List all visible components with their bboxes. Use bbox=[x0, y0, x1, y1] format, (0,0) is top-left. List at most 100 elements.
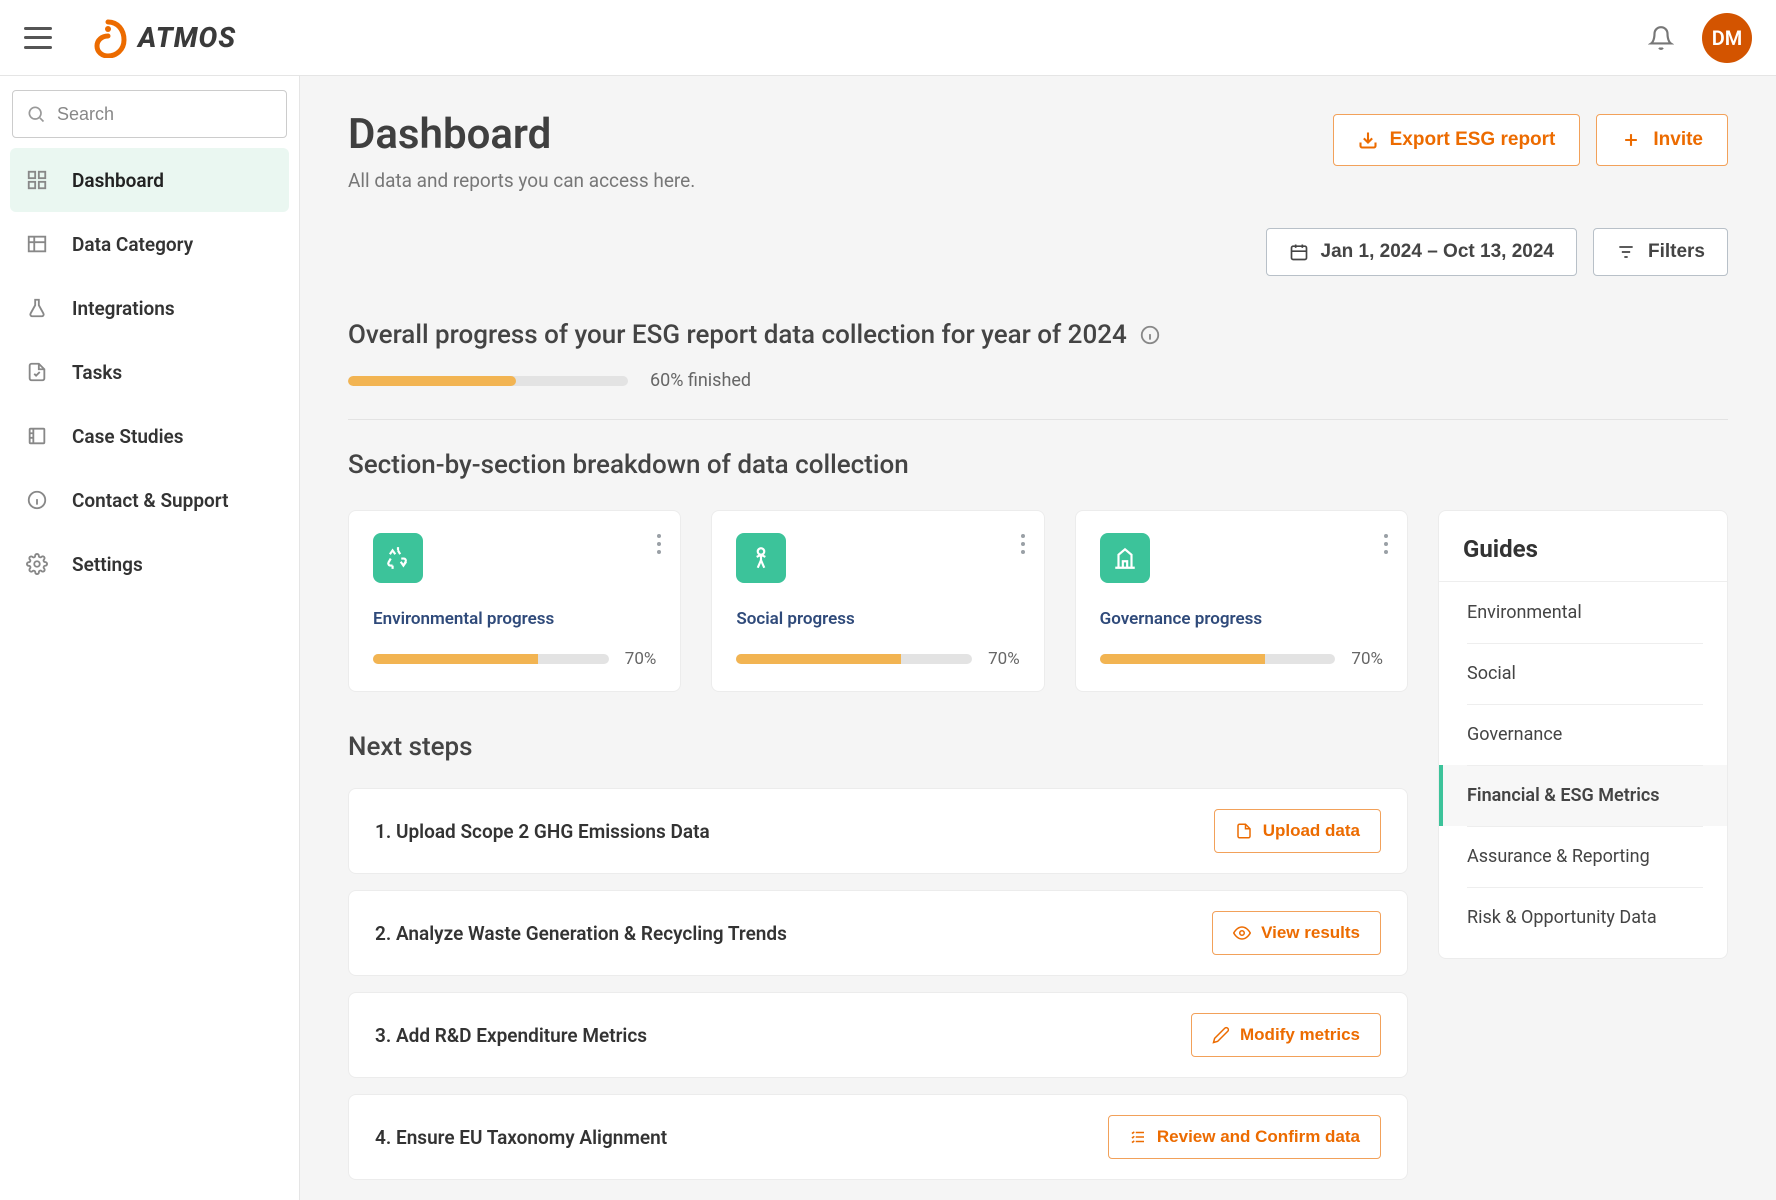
sidebar-item-label: Settings bbox=[72, 553, 143, 576]
guide-item-risk[interactable]: Risk & Opportunity Data bbox=[1439, 887, 1727, 948]
button-label: Upload data bbox=[1263, 821, 1360, 841]
gear-icon bbox=[24, 553, 50, 575]
guide-item-financial-esg[interactable]: Financial & ESG Metrics bbox=[1439, 765, 1727, 826]
building-icon bbox=[1100, 533, 1150, 583]
step-text: 2. Analyze Waste Generation & Recycling … bbox=[375, 922, 787, 945]
sidebar-item-label: Dashboard bbox=[72, 169, 164, 192]
notifications-button[interactable] bbox=[1648, 25, 1674, 51]
guide-item-governance[interactable]: Governance bbox=[1439, 704, 1727, 765]
grid-icon bbox=[24, 169, 50, 191]
avatar[interactable]: DM bbox=[1702, 13, 1752, 63]
card-environmental[interactable]: Environmental progress 70% bbox=[348, 510, 681, 692]
menu-toggle[interactable] bbox=[24, 27, 52, 49]
card-governance[interactable]: Governance progress 70% bbox=[1075, 510, 1408, 692]
modify-metrics-button[interactable]: Modify metrics bbox=[1191, 1013, 1381, 1057]
filter-icon bbox=[1616, 242, 1636, 262]
calendar-icon bbox=[1289, 242, 1309, 262]
divider bbox=[348, 419, 1728, 420]
step-row: 2. Analyze Waste Generation & Recycling … bbox=[348, 890, 1408, 976]
flask-icon bbox=[24, 297, 50, 319]
guides-panel: Guides Environmental Social Governance F… bbox=[1438, 510, 1728, 959]
table-icon bbox=[24, 233, 50, 255]
logo-icon bbox=[88, 18, 128, 58]
view-results-button[interactable]: View results bbox=[1212, 911, 1381, 955]
person-icon bbox=[736, 533, 786, 583]
step-text: 3. Add R&D Expenditure Metrics bbox=[375, 1024, 647, 1047]
date-range-button[interactable]: Jan 1, 2024 – Oct 13, 2024 bbox=[1266, 228, 1577, 276]
overall-progress-fill bbox=[348, 376, 516, 386]
topbar: ATMOS DM bbox=[0, 0, 1776, 76]
upload-data-button[interactable]: Upload data bbox=[1214, 809, 1381, 853]
button-label: Modify metrics bbox=[1240, 1025, 1360, 1045]
card-menu-button[interactable] bbox=[1020, 533, 1026, 555]
sidebar-item-label: Contact & Support bbox=[72, 489, 228, 512]
sidebar-item-settings[interactable]: Settings bbox=[10, 532, 289, 596]
search-input[interactable] bbox=[12, 90, 287, 138]
step-text: 4. Ensure EU Taxonomy Alignment bbox=[375, 1126, 667, 1149]
page-subtitle: All data and reports you can access here… bbox=[348, 169, 695, 192]
export-report-button[interactable]: Export ESG report bbox=[1333, 114, 1581, 166]
plus-icon bbox=[1621, 130, 1641, 150]
button-label: Invite bbox=[1653, 129, 1703, 151]
card-progress-label: 70% bbox=[1351, 649, 1383, 669]
recycle-icon bbox=[373, 533, 423, 583]
sidebar: Dashboard Data Category Integrations Tas… bbox=[0, 76, 300, 1200]
brand-name: ATMOS bbox=[138, 21, 236, 54]
card-menu-button[interactable] bbox=[1383, 533, 1389, 555]
sidebar-item-label: Tasks bbox=[72, 361, 122, 384]
filters-button[interactable]: Filters bbox=[1593, 228, 1728, 276]
guides-title: Guides bbox=[1439, 535, 1727, 582]
file-icon bbox=[1235, 822, 1253, 840]
checklist-icon bbox=[1129, 1128, 1147, 1146]
card-progress-label: 70% bbox=[625, 649, 657, 669]
sidebar-item-case-studies[interactable]: Case Studies bbox=[10, 404, 289, 468]
guide-item-environmental[interactable]: Environmental bbox=[1439, 582, 1727, 643]
breakdown-title: Section-by-section breakdown of data col… bbox=[348, 450, 1728, 480]
main-content: Dashboard All data and reports you can a… bbox=[300, 76, 1776, 1200]
sidebar-item-contact-support[interactable]: Contact & Support bbox=[10, 468, 289, 532]
step-row: 1. Upload Scope 2 GHG Emissions Data Upl… bbox=[348, 788, 1408, 874]
card-title: Governance progress bbox=[1100, 609, 1383, 629]
overall-progress-label: 60% finished bbox=[650, 370, 751, 391]
overall-progress-bar bbox=[348, 376, 628, 386]
sidebar-item-label: Case Studies bbox=[72, 425, 184, 448]
download-icon bbox=[1358, 130, 1378, 150]
info-icon bbox=[24, 489, 50, 511]
step-row: 3. Add R&D Expenditure Metrics Modify me… bbox=[348, 992, 1408, 1078]
sidebar-item-label: Data Category bbox=[72, 233, 193, 256]
review-confirm-button[interactable]: Review and Confirm data bbox=[1108, 1115, 1381, 1159]
card-menu-button[interactable] bbox=[656, 533, 662, 555]
sidebar-item-data-category[interactable]: Data Category bbox=[10, 212, 289, 276]
guide-item-assurance[interactable]: Assurance & Reporting bbox=[1439, 826, 1727, 887]
brand-logo[interactable]: ATMOS bbox=[88, 18, 236, 58]
sidebar-item-integrations[interactable]: Integrations bbox=[10, 276, 289, 340]
card-social[interactable]: Social progress 70% bbox=[711, 510, 1044, 692]
book-icon bbox=[24, 425, 50, 447]
sidebar-item-dashboard[interactable]: Dashboard bbox=[10, 148, 289, 212]
eye-icon bbox=[1233, 924, 1251, 942]
button-label: Review and Confirm data bbox=[1157, 1127, 1360, 1147]
pencil-icon bbox=[1212, 1026, 1230, 1044]
card-title: Social progress bbox=[736, 609, 1019, 629]
guide-item-social[interactable]: Social bbox=[1439, 643, 1727, 704]
breakdown-cards: Environmental progress 70% bbox=[348, 510, 1408, 692]
search-icon bbox=[26, 104, 46, 124]
next-steps-title: Next steps bbox=[348, 732, 1408, 762]
sidebar-item-tasks[interactable]: Tasks bbox=[10, 340, 289, 404]
card-progress-label: 70% bbox=[988, 649, 1020, 669]
card-progress-bar bbox=[736, 654, 972, 664]
button-label: Filters bbox=[1648, 241, 1705, 263]
overall-progress-title: Overall progress of your ESG report data… bbox=[348, 320, 1728, 350]
date-range-label: Jan 1, 2024 – Oct 13, 2024 bbox=[1321, 241, 1554, 263]
card-progress-bar bbox=[1100, 654, 1336, 664]
button-label: View results bbox=[1261, 923, 1360, 943]
check-file-icon bbox=[24, 361, 50, 383]
button-label: Export ESG report bbox=[1390, 129, 1556, 151]
avatar-initials: DM bbox=[1712, 26, 1743, 50]
invite-button[interactable]: Invite bbox=[1596, 114, 1728, 166]
sidebar-item-label: Integrations bbox=[72, 297, 175, 320]
page-title: Dashboard bbox=[348, 110, 695, 159]
info-icon[interactable] bbox=[1139, 324, 1161, 346]
step-text: 1. Upload Scope 2 GHG Emissions Data bbox=[375, 820, 710, 843]
card-title: Environmental progress bbox=[373, 609, 656, 629]
